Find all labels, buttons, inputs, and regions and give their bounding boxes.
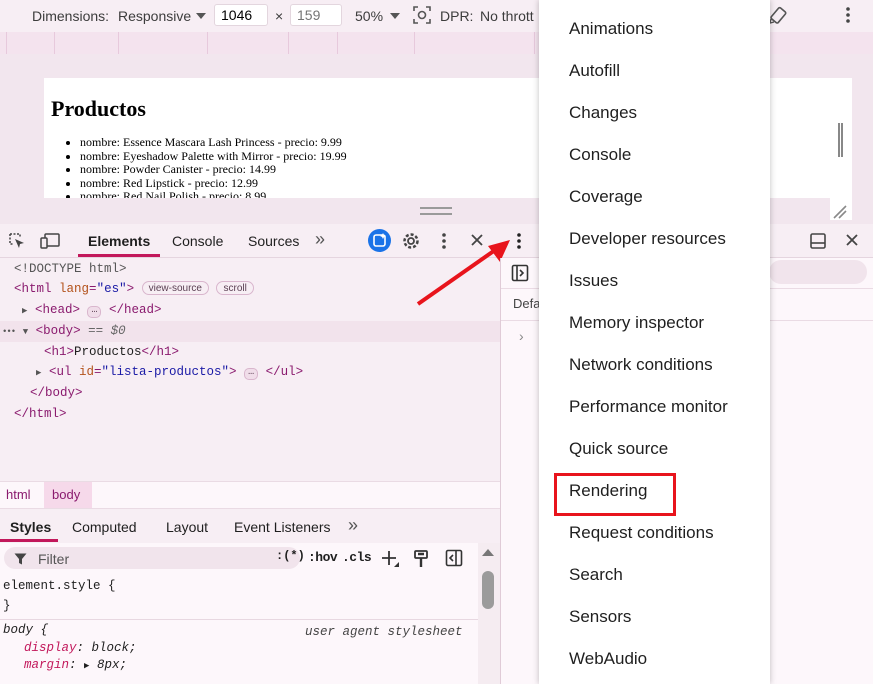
breadcrumb-html[interactable]: html — [6, 487, 31, 502]
drawer-label: Defa — [513, 296, 541, 311]
list-item: nombre: Red Lipstick - precio: 12.99 — [80, 176, 347, 191]
active-tab-indicator — [78, 254, 160, 257]
collapsed-ellipsis[interactable]: … — [87, 306, 102, 318]
list-item: nombre: Eyeshadow Palette with Mirror - … — [80, 149, 347, 164]
list-item: nombre: Powder Canister - precio: 14.99 — [80, 162, 347, 177]
expand-triangle-icon[interactable]: ▶ — [84, 661, 89, 671]
rotate-icon[interactable] — [768, 5, 788, 25]
head-node[interactable]: ▶ <head> … </head> — [22, 300, 162, 320]
devtools-drag-handle[interactable] — [420, 207, 452, 215]
menu-item-quick-source[interactable]: Quick source — [569, 439, 668, 459]
menu-item-autofill[interactable]: Autofill — [569, 61, 620, 81]
toggle-sidebar-icon[interactable] — [445, 549, 463, 572]
tab-styles[interactable]: Styles — [10, 519, 51, 535]
menu-item-console[interactable]: Console — [569, 145, 631, 165]
width-input[interactable] — [214, 4, 268, 26]
more-tabs-icon[interactable]: » — [348, 515, 358, 536]
viewport-resize-handle[interactable] — [830, 78, 852, 220]
zoom-dropdown[interactable]: 50% — [355, 8, 383, 24]
new-style-rule-icon[interactable] — [380, 549, 400, 574]
cls-button[interactable]: .cls — [342, 550, 372, 565]
body-rule-selector[interactable]: body { — [3, 620, 48, 640]
chevron-down-icon — [196, 13, 206, 19]
page-heading: Productos — [51, 96, 146, 121]
menu-item-request-conditions[interactable]: Request conditions — [569, 523, 714, 543]
menu-item-animations[interactable]: Animations — [569, 19, 653, 39]
collapsed-ellipsis[interactable]: … — [244, 368, 259, 380]
scrollbar-thumb[interactable] — [482, 571, 494, 609]
node-actions-icon[interactable]: ••• — [2, 327, 16, 337]
rule-close-brace: } — [3, 599, 11, 613]
expand-triangle-icon[interactable]: ▶ — [22, 306, 27, 316]
state-toggle-button[interactable]: :(*) — [276, 549, 305, 563]
h1-node[interactable]: <h1>Productos</h1> — [44, 342, 179, 362]
body-node[interactable]: ••• ▼ <body> == $0 — [2, 321, 126, 341]
style-property[interactable]: margin: ▶ 8px; — [24, 655, 127, 675]
menu-item-memory-inspector[interactable]: Memory inspector — [569, 313, 704, 333]
tab-computed[interactable]: Computed — [72, 519, 137, 535]
times-sign: × — [275, 8, 284, 24]
dimensions-label: Dimensions: — [32, 8, 110, 24]
sidebar-toggle-icon[interactable] — [511, 264, 529, 287]
rendering-highlight-box — [554, 473, 676, 516]
expand-triangle-icon[interactable]: ▶ — [36, 368, 41, 378]
user-agent-label: user agent stylesheet — [305, 625, 463, 639]
dock-side-icon[interactable] — [809, 232, 827, 250]
menu-item-webaudio[interactable]: WebAudio — [569, 649, 647, 669]
ai-assistance-icon[interactable] — [368, 229, 391, 252]
throttle-dropdown[interactable]: No thrott — [480, 8, 534, 24]
view-source-badge[interactable]: view-source — [141, 281, 209, 295]
product-list: nombre: Essence Mascara Lash Princess - … — [80, 135, 347, 198]
filter-input[interactable]: Filter — [4, 547, 300, 569]
filter-placeholder: Filter — [38, 551, 70, 567]
dpr-label: DPR: — [440, 8, 474, 24]
breadcrumb-body[interactable]: body — [52, 487, 80, 502]
menu-item-performance-monitor[interactable]: Performance monitor — [569, 397, 728, 417]
inspect-element-icon[interactable] — [8, 232, 26, 250]
menu-item-network-conditions[interactable]: Network conditions — [569, 355, 713, 375]
menu-item-coverage[interactable]: Coverage — [569, 187, 643, 207]
hov-button[interactable]: :hov — [308, 550, 338, 565]
active-tab-indicator — [0, 539, 58, 542]
chevron-right-icon[interactable]: › — [519, 328, 524, 344]
device-toggle-icon[interactable] — [40, 232, 62, 250]
menu-item-changes[interactable]: Changes — [569, 103, 637, 123]
collapse-triangle-icon[interactable]: ▼ — [23, 327, 28, 337]
more-tools-menu: Animations Autofill Changes Console Cove… — [539, 0, 770, 684]
menu-item-issues[interactable]: Issues — [569, 271, 618, 291]
list-item: nombre: Essence Mascara Lash Princess - … — [80, 135, 347, 150]
toolbar-more-icon[interactable] — [842, 6, 854, 24]
tab-layout[interactable]: Layout — [166, 519, 208, 535]
rule-divider — [0, 619, 478, 620]
html-close-node[interactable]: </html> — [14, 404, 67, 424]
tab-sources[interactable]: Sources — [248, 233, 299, 249]
menu-item-sensors[interactable]: Sensors — [569, 607, 631, 627]
styles-tabbar: Styles Computed Layout Event Listeners » — [0, 510, 500, 542]
menu-item-developer-resources[interactable]: Developer resources — [569, 229, 726, 249]
styles-scrollbar[interactable] — [478, 543, 500, 684]
dimensions-dropdown[interactable]: Responsive — [118, 8, 191, 24]
height-input[interactable] — [290, 4, 342, 26]
tab-elements[interactable]: Elements — [88, 233, 150, 249]
scroll-badge[interactable]: scroll — [216, 281, 254, 295]
paint-brush-icon[interactable] — [412, 549, 430, 574]
resize-corner-icon[interactable] — [830, 202, 848, 220]
list-item: nombre: Red Nail Polish - precio: 8.99 — [80, 189, 347, 198]
tab-console[interactable]: Console — [172, 233, 223, 249]
filter-icon — [14, 552, 27, 570]
scroll-up-icon[interactable] — [482, 549, 494, 556]
dpr-icon — [413, 6, 431, 24]
styles-pane: element.style { } body { user agent styl… — [0, 575, 478, 684]
drawer-search[interactable] — [769, 260, 867, 284]
tab-event-listeners[interactable]: Event Listeners — [234, 519, 331, 535]
html-node[interactable]: <html lang="es"> view-source scroll — [14, 279, 254, 299]
close-drawer-icon[interactable] — [845, 233, 859, 247]
chevron-down-icon — [390, 13, 400, 19]
ul-node[interactable]: ▶ <ul id="lista-productos"> … </ul> — [36, 362, 303, 382]
menu-item-search[interactable]: Search — [569, 565, 623, 585]
more-tabs-icon[interactable]: » — [315, 229, 325, 250]
doctype-node[interactable]: <!DOCTYPE html> — [14, 259, 127, 279]
body-close-node[interactable]: </body> — [30, 383, 83, 403]
element-style-rule[interactable]: element.style { — [3, 576, 116, 596]
